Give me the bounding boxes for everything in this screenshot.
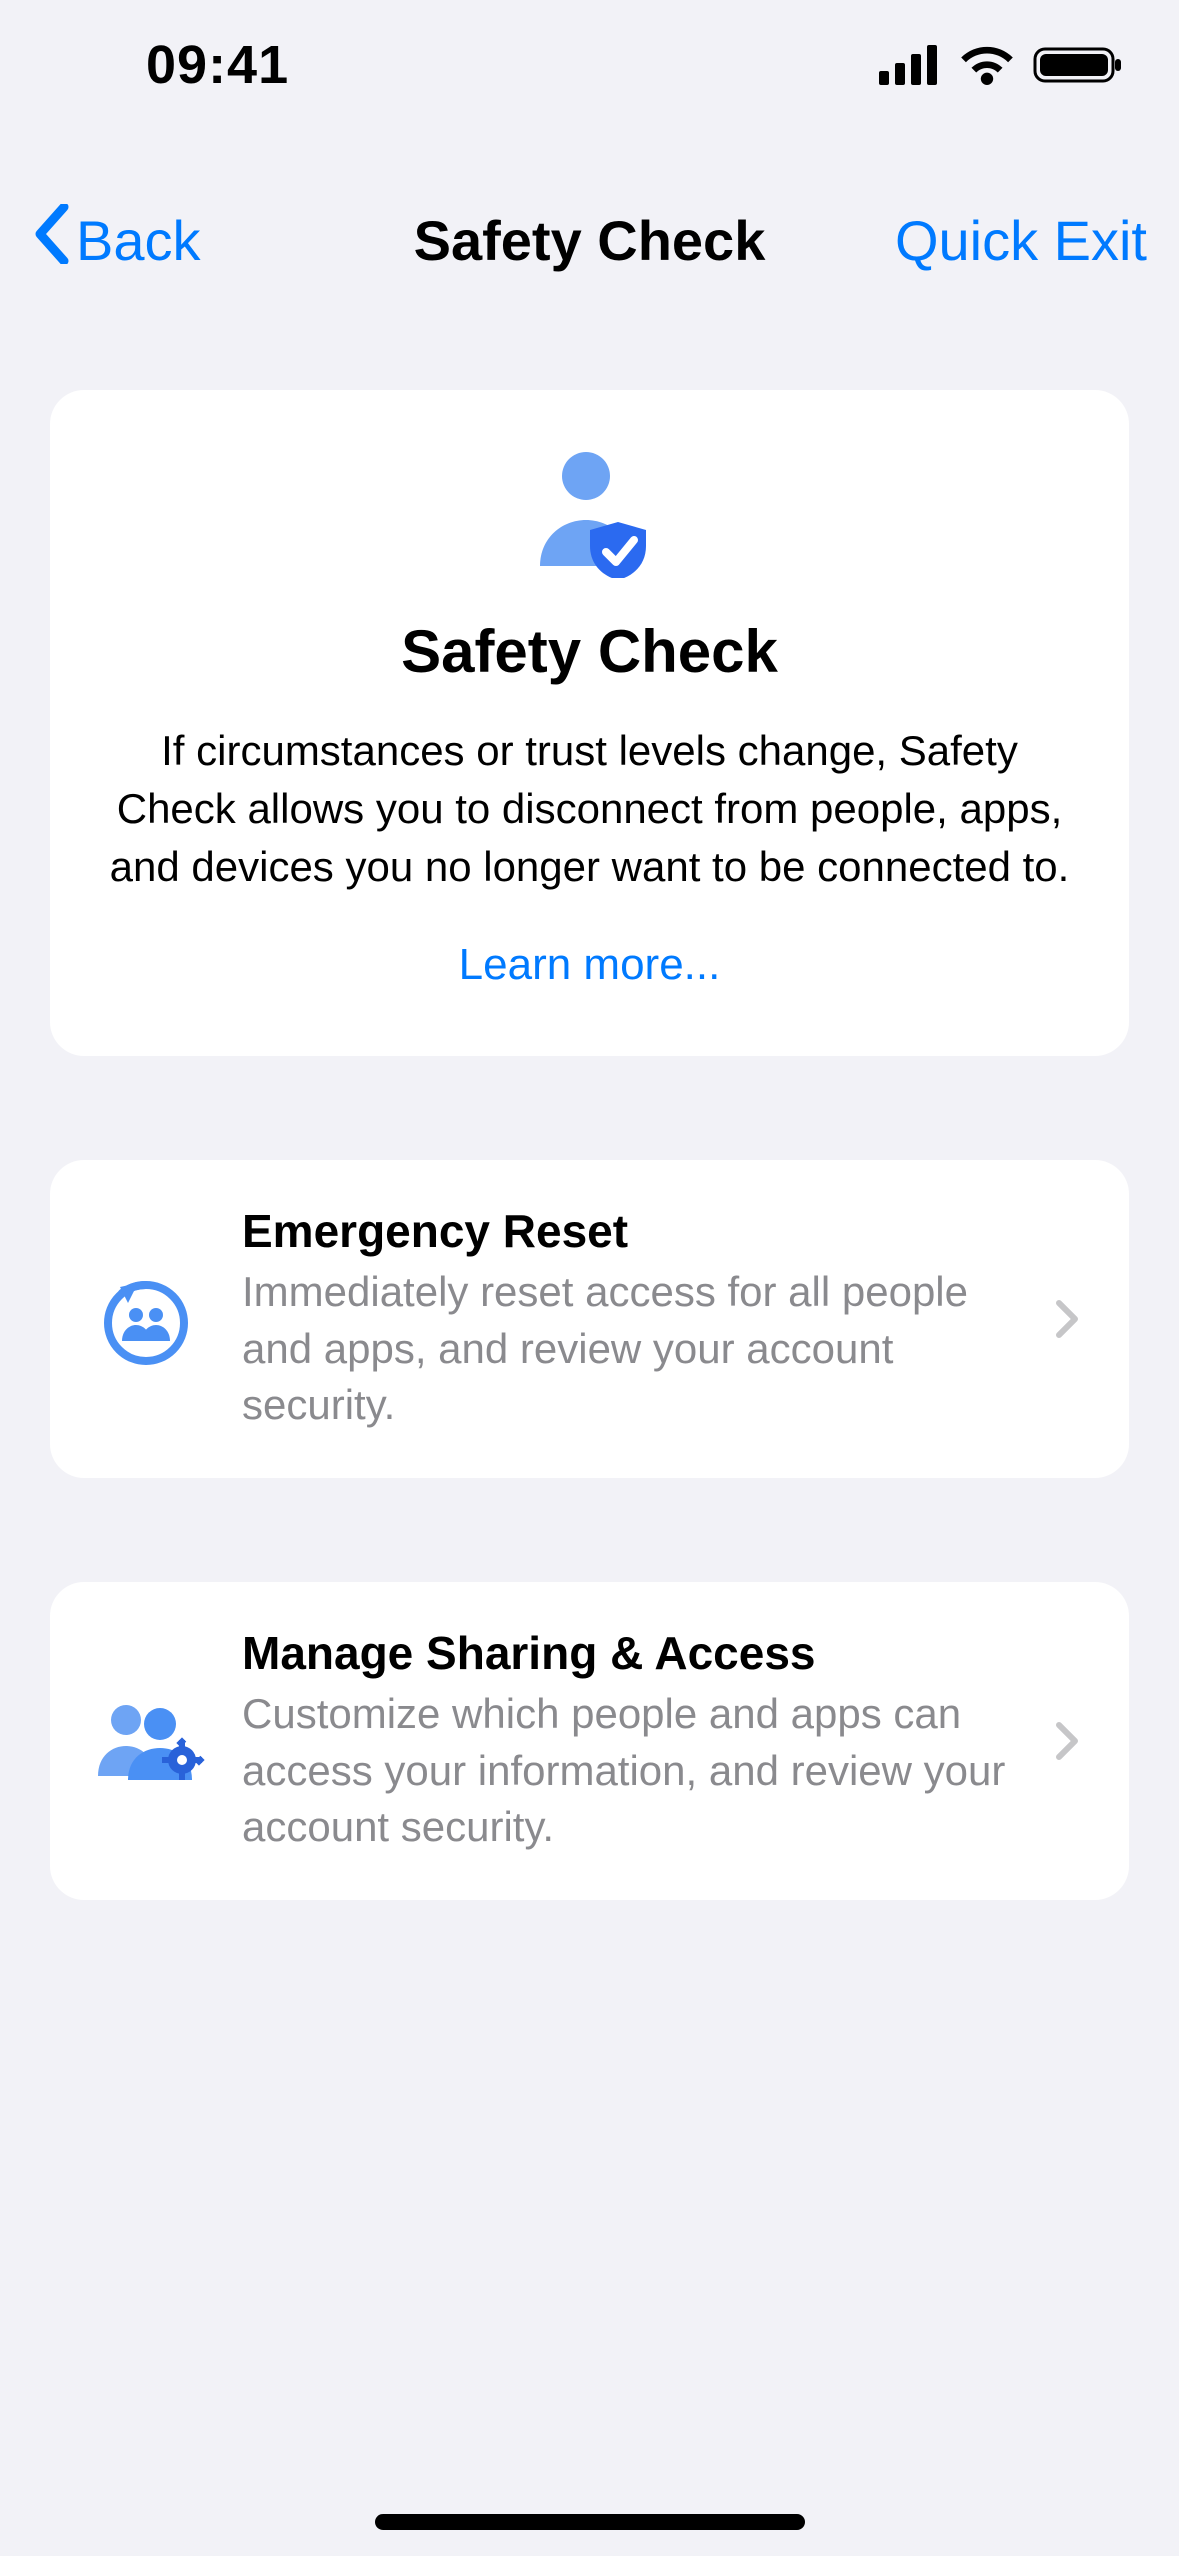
hero-title: Safety Check	[98, 617, 1081, 686]
hero-card: Safety Check If circumstances or trust l…	[50, 390, 1129, 1056]
manage-sharing-sub: Customize which people and apps can acce…	[242, 1686, 1019, 1856]
status-indicators	[879, 45, 1123, 85]
emergency-reset-row[interactable]: Emergency Reset Immediately reset access…	[50, 1160, 1129, 1478]
back-label: Back	[76, 208, 201, 273]
status-bar: 09:41	[0, 0, 1179, 130]
hero-body: If circumstances or trust levels change,…	[98, 722, 1081, 896]
person-shield-icon	[520, 448, 660, 583]
learn-more-link[interactable]: Learn more...	[98, 940, 1081, 990]
emergency-reset-icon	[86, 1269, 206, 1369]
emergency-reset-sub: Immediately reset access for all people …	[242, 1264, 1019, 1434]
manage-sharing-text: Manage Sharing & Access Customize which …	[242, 1626, 1019, 1856]
manage-sharing-row[interactable]: Manage Sharing & Access Customize which …	[50, 1582, 1129, 1900]
content: Safety Check If circumstances or trust l…	[50, 390, 1129, 1900]
back-button[interactable]: Back	[32, 204, 201, 277]
emergency-reset-text: Emergency Reset Immediately reset access…	[242, 1204, 1019, 1434]
wifi-icon	[959, 45, 1015, 85]
manage-sharing-icon	[86, 1696, 206, 1786]
quick-exit-button[interactable]: Quick Exit	[895, 208, 1147, 273]
emergency-reset-title: Emergency Reset	[242, 1204, 1019, 1258]
chevron-left-icon	[32, 204, 72, 277]
home-indicator[interactable]	[375, 2514, 805, 2530]
manage-sharing-title: Manage Sharing & Access	[242, 1626, 1019, 1680]
chevron-right-icon	[1055, 1299, 1089, 1339]
cellular-icon	[879, 45, 941, 85]
chevron-right-icon	[1055, 1721, 1089, 1761]
nav-bar: Back Safety Check Quick Exit	[0, 190, 1179, 290]
status-time: 09:41	[56, 34, 289, 96]
battery-icon	[1033, 45, 1123, 85]
